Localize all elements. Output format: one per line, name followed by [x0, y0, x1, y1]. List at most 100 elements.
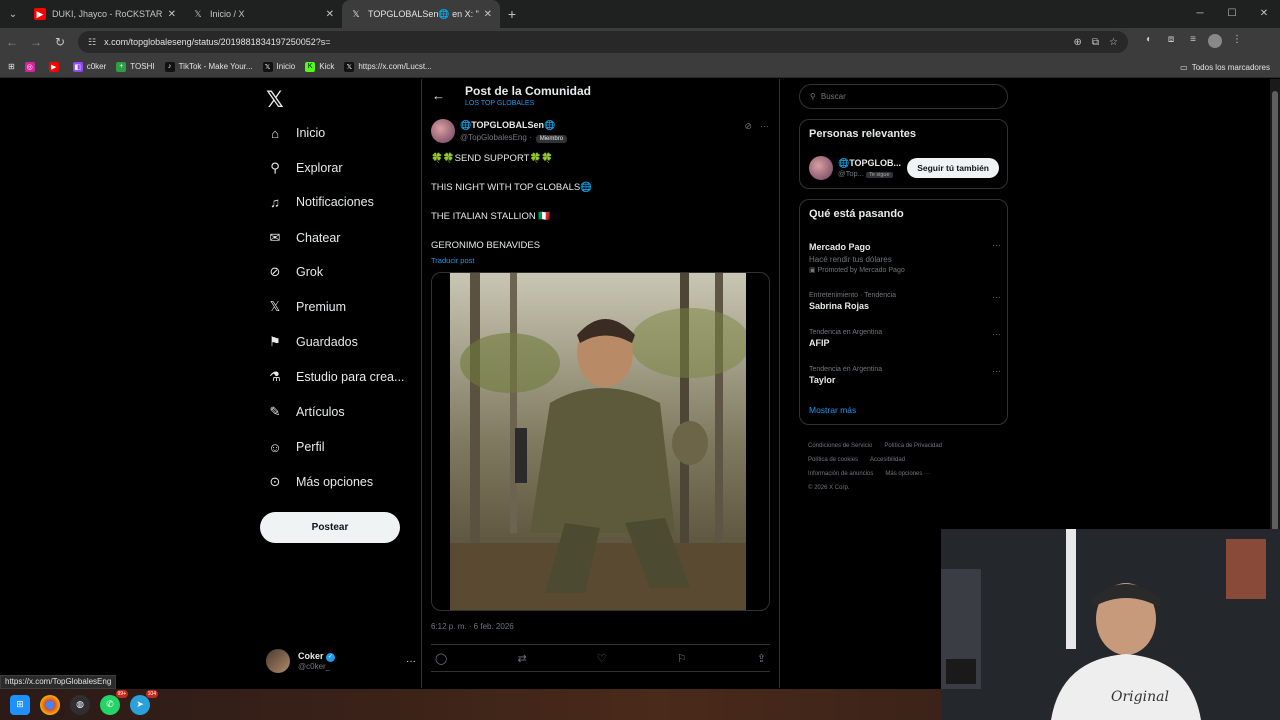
avatar[interactable]	[431, 119, 455, 143]
bookmark-youtube[interactable]: ▶	[48, 61, 63, 72]
avatar[interactable]	[809, 156, 833, 180]
relevant-person[interactable]: 🌐TOPGLOB... @Top... Te sigue Seguir tú t…	[809, 156, 999, 180]
repost-icon[interactable]: ⇄	[517, 652, 526, 665]
show-more-link[interactable]: Mostrar más	[809, 405, 856, 415]
tab-strip: ⌄ ▶ DUKI, Jhayco - RoCKSTAR 2.0 (V ✕ 𝕏 I…	[0, 0, 1280, 28]
scrollbar-thumb[interactable]	[1272, 91, 1278, 531]
footer-link[interactable]: Política de Privacidad	[884, 443, 942, 449]
all-bookmarks-label: Todos los marcadores	[1191, 62, 1270, 72]
nav-chatear[interactable]: ✉ Chatear	[266, 223, 341, 253]
star-icon[interactable]: ☆	[1109, 37, 1118, 48]
post-timestamp[interactable]: 6:12 p. m. · 6 feb. 2026	[431, 622, 514, 631]
nav-articulos[interactable]: ✎ Artículos	[266, 397, 345, 427]
more-dots-icon[interactable]: ···	[992, 292, 1001, 302]
trend-item[interactable]: Entretenimiento · Tendencia Sabrina Roja…	[809, 292, 1001, 311]
more-dots-icon[interactable]: ···	[760, 121, 769, 131]
address-bar[interactable]: ☷ x.com/topglobaleseng/status/2019881834…	[78, 31, 1128, 53]
tab-search-icon[interactable]: ⌄	[0, 0, 26, 28]
nav-mas-opciones[interactable]: ⊙ Más opciones	[266, 467, 374, 497]
bookmark-label: Inicio	[276, 62, 296, 71]
telegram-icon[interactable]: ➤ 104	[130, 689, 158, 715]
new-tab-icon[interactable]: +	[500, 6, 524, 22]
extensions-puzzle-icon[interactable]: ⧈	[1160, 34, 1182, 51]
url-text[interactable]: x.com/topglobaleseng/status/201988183419…	[104, 37, 1063, 47]
site-info-icon[interactable]: ☷	[88, 37, 96, 48]
chrome-icon[interactable]	[40, 694, 60, 715]
reply-icon[interactable]: ◯	[435, 652, 447, 665]
nav-inicio[interactable]: ⌂ Inicio	[266, 118, 325, 148]
footer-link[interactable]: Política de cookies	[808, 457, 858, 463]
post-button[interactable]: Postear	[260, 512, 400, 543]
follow-button[interactable]: Seguir tú también	[907, 158, 999, 178]
nav-perfil[interactable]: ☺ Perfil	[266, 432, 324, 462]
all-bookmarks[interactable]: ▭ Todos los marcadores	[1180, 56, 1270, 78]
menu-dots-icon[interactable]: ⋮	[1226, 34, 1248, 51]
search-input[interactable]: ⚲ Buscar	[799, 84, 1008, 109]
extension-icon[interactable]: ◐	[1138, 34, 1160, 51]
profile-icon[interactable]	[1204, 33, 1226, 51]
bookmark-tiktok[interactable]: ♪ TikTok - Make Your...	[164, 61, 253, 72]
account-handle: @c0ker_	[298, 661, 331, 671]
bookmark-inicio[interactable]: 𝕏 Inicio	[262, 61, 296, 72]
footer-link[interactable]: Accesibilidad	[870, 457, 905, 463]
back-icon[interactable]: ←	[0, 35, 24, 49]
footer-link[interactable]: Condiciones de Servicio	[808, 443, 872, 449]
tab-x-post[interactable]: 𝕏 TOPGLOBALSen🌐 en X: " ✕	[342, 0, 500, 28]
nav-estudio[interactable]: ⚗ Estudio para crea...	[266, 362, 404, 392]
nav-label: Artículos	[296, 405, 345, 419]
bookmark-icon[interactable]: ⚐	[677, 652, 687, 665]
translate-link[interactable]: Traducir post	[431, 256, 475, 265]
minimize-icon[interactable]: ─	[1184, 0, 1216, 28]
nav-notificaciones[interactable]: ♫ Notificaciones	[266, 187, 374, 217]
reload-icon[interactable]: ↻	[48, 35, 72, 49]
mail-icon: ✉	[269, 230, 281, 245]
nav-premium[interactable]: 𝕏 Premium	[266, 292, 346, 322]
close-tab-icon[interactable]: ✕	[168, 9, 176, 20]
x-logo-icon[interactable]: 𝕏	[266, 87, 284, 113]
forward-icon[interactable]: →	[24, 35, 48, 49]
more-dots-icon[interactable]: ···	[992, 240, 1001, 250]
bookmark-lucst[interactable]: 𝕏https://x.com/Lucst...	[344, 61, 432, 72]
install-icon[interactable]: ⧉	[1092, 37, 1099, 48]
apps-grid-icon[interactable]: ⊞	[8, 62, 15, 71]
close-tab-icon[interactable]: ✕	[484, 9, 492, 20]
author-name[interactable]: 🌐TOPGLOBALSen🌐	[460, 120, 567, 131]
tab-x-home[interactable]: 𝕏 Inicio / X ✕	[184, 0, 342, 28]
footer-link[interactable]: Más opciones ···	[885, 471, 930, 477]
trend-item[interactable]: Mercado Pago Hacé rendir tus dólares ▣ P…	[809, 240, 1001, 274]
bookmark-instagram[interactable]: ◎	[24, 61, 39, 72]
close-tab-icon[interactable]: ✕	[326, 9, 334, 20]
more-dots-icon[interactable]: ···	[992, 366, 1001, 376]
zoom-icon[interactable]: ⊕	[1074, 37, 1082, 48]
nav-grok[interactable]: ⊘ Grok	[266, 257, 324, 287]
back-arrow-icon[interactable]: ←	[432, 88, 445, 103]
trend-item[interactable]: Tendencia en Argentina Taylor ···	[809, 366, 1001, 385]
post-photo[interactable]	[450, 273, 746, 611]
more-dots-icon[interactable]: ···	[992, 329, 1001, 339]
maximize-icon[interactable]: ☐	[1216, 0, 1248, 28]
share-icon[interactable]: ⇪	[757, 652, 766, 665]
post-media[interactable]	[431, 272, 770, 611]
like-icon[interactable]: ♡	[597, 652, 607, 665]
close-window-icon[interactable]: ✕	[1248, 0, 1280, 28]
post-author[interactable]: 🌐TOPGLOBALSen🌐 @TopGlobalesEng · Miembro	[431, 119, 568, 143]
obs-icon[interactable]: ◍	[70, 694, 90, 715]
community-link[interactable]: LOS TOP GLOBALES	[465, 100, 534, 107]
grok-icon[interactable]: ⊘	[744, 121, 752, 131]
nav-explorar[interactable]: ⚲ Explorar	[266, 153, 342, 183]
media-icon[interactable]: ≡	[1182, 34, 1204, 51]
nav-guardados[interactable]: ⚑ Guardados	[266, 327, 358, 357]
more-dots-icon[interactable]: ···	[406, 656, 416, 667]
bookmark-kick[interactable]: K Kick	[305, 61, 334, 72]
person-name[interactable]: 🌐TOPGLOB...	[838, 158, 901, 169]
trend-title: Taylor	[809, 375, 836, 385]
account-switcher[interactable]: Coker ✓ @c0ker_ ···	[266, 645, 416, 677]
bookmark-toshi[interactable]: + TOSHI	[116, 61, 155, 72]
windows-start-icon[interactable]: ⊞	[10, 694, 30, 715]
tab-youtube[interactable]: ▶ DUKI, Jhayco - RoCKSTAR 2.0 (V ✕	[26, 0, 184, 28]
footer-link[interactable]: Información de anuncios	[808, 471, 873, 477]
whatsapp-icon[interactable]: ✆ 99+	[100, 689, 128, 715]
trend-item[interactable]: Tendencia en Argentina AFIP ···	[809, 329, 1001, 348]
author-handle[interactable]: @TopGlobalesEng ·	[460, 133, 532, 142]
bookmark-c0ker[interactable]: ◧ c0ker	[72, 61, 106, 72]
